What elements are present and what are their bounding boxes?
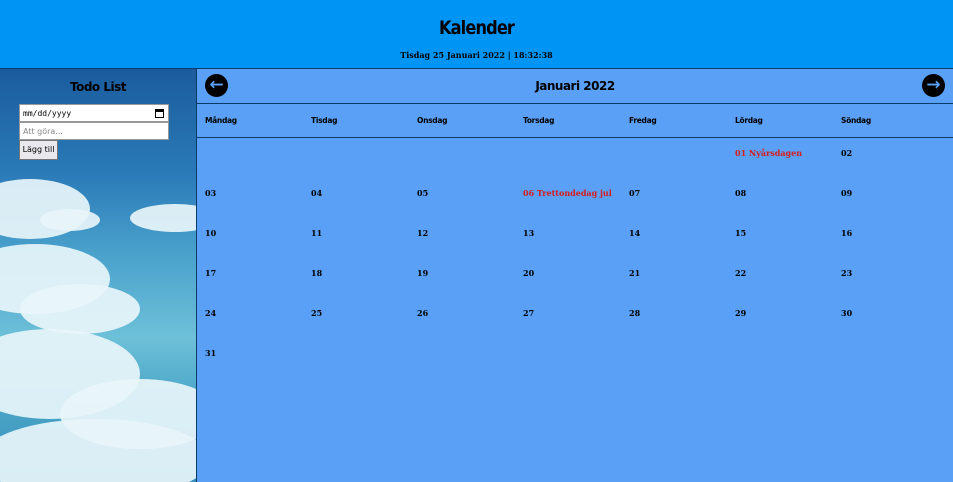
page-header: Kalender Tisdag 25 Januari 2022 | 18:32:…: [0, 0, 953, 69]
calendar-day-cell[interactable]: 22: [735, 268, 746, 278]
weekday-label: Torsdag: [523, 116, 555, 125]
calendar-day-cell[interactable]: 28: [629, 308, 640, 318]
calendar-day-cell[interactable]: 24: [205, 308, 216, 318]
arrow-right-icon[interactable]: →: [922, 74, 945, 97]
calendar-day-cell[interactable]: 16: [841, 228, 852, 238]
calendar-grid: 01 Nyårsdagen 02 03 04 05 06 Trettondedag jul…: [197, 138, 953, 482]
todo-list-title: Todo List: [70, 80, 127, 94]
calendar-day-cell[interactable]: 03: [205, 188, 216, 198]
calendar-day-cell[interactable]: 06 Trettondedag jul: [523, 188, 612, 198]
calendar-day-cell[interactable]: 19: [417, 268, 428, 278]
calendar-day-cell[interactable]: 07: [629, 188, 640, 198]
calendar-day-cell[interactable]: 12: [417, 228, 428, 238]
weekday-label: Fredag: [629, 116, 657, 125]
calendar-icon[interactable]: [155, 109, 164, 118]
calendar-day-cell[interactable]: 15: [735, 228, 746, 238]
calendar-day-cell[interactable]: 02: [841, 148, 852, 158]
weekday-header-row: Måndag Tisdag Onsdag Torsdag Fredag Lördag Sön…: [197, 104, 953, 138]
calendar-day-cell[interactable]: 21: [629, 268, 640, 278]
calendar-day-cell[interactable]: 20: [523, 268, 534, 278]
calendar-day-cell[interactable]: 30: [841, 308, 852, 318]
calendar-day-cell[interactable]: 08: [735, 188, 746, 198]
weekday-label: Lördag: [735, 116, 763, 125]
calendar-day-cell[interactable]: 09: [841, 188, 852, 198]
calendar-day-cell[interactable]: 01 Nyårsdagen: [735, 148, 802, 158]
todo-sidebar: Todo List mm/dd/yyyy Att göra... Lägg ti…: [0, 69, 197, 482]
calendar-day-cell[interactable]: 04: [311, 188, 322, 198]
calendar-header: ← Januari 2022 →: [197, 69, 953, 104]
calendar-day-cell[interactable]: 14: [629, 228, 640, 238]
weekday-label: Onsdag: [417, 116, 448, 125]
calendar-day-cell[interactable]: 31: [205, 348, 216, 358]
page-title: Kalender: [438, 17, 515, 39]
todo-text-input[interactable]: Att göra...: [19, 122, 169, 140]
calendar-day-cell[interactable]: 27: [523, 308, 534, 318]
weekday-label: Tisdag: [311, 116, 338, 125]
weekday-label: Söndag: [841, 116, 871, 125]
month-title: Januari 2022: [535, 79, 615, 93]
calendar-day-cell[interactable]: 11: [311, 228, 322, 238]
calendar-day-cell[interactable]: 13: [523, 228, 534, 238]
todo-date-input[interactable]: mm/dd/yyyy: [19, 104, 169, 122]
calendar-day-cell[interactable]: 18: [311, 268, 322, 278]
calendar-day-cell[interactable]: 26: [417, 308, 428, 318]
calendar-day-cell[interactable]: 05: [417, 188, 428, 198]
calendar-day-cell[interactable]: 29: [735, 308, 746, 318]
date-placeholder: mm/dd/yyyy: [23, 109, 72, 118]
calendar-day-cell[interactable]: 23: [841, 268, 852, 278]
calendar-day-cell[interactable]: 17: [205, 268, 216, 278]
add-todo-button[interactable]: Lägg till: [19, 140, 58, 160]
calendar-day-cell[interactable]: 25: [311, 308, 322, 318]
current-datetime: Tisdag 25 Januari 2022 | 18:32:38: [400, 50, 553, 60]
calendar-day-cell[interactable]: 10: [205, 228, 216, 238]
weekday-label: Måndag: [205, 116, 237, 125]
